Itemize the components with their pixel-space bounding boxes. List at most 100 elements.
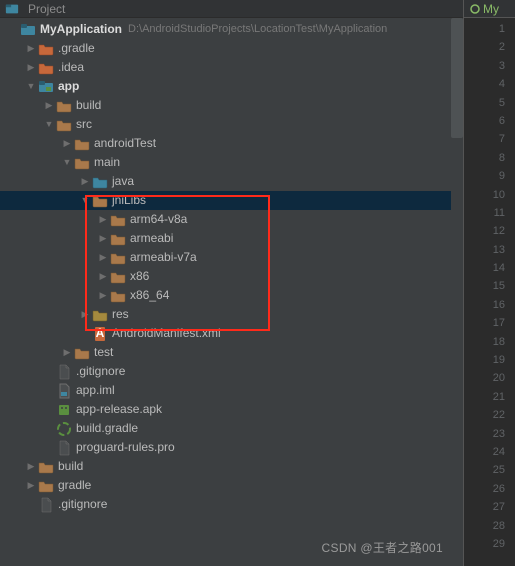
line-number: 1	[464, 20, 515, 38]
line-number: 5	[464, 94, 515, 112]
tree-row--idea[interactable]: ▶.idea	[0, 58, 463, 77]
module-icon	[38, 79, 54, 95]
tree-item-label: androidTest	[94, 134, 156, 153]
chevron-right-icon[interactable]: ▶	[24, 39, 38, 58]
manifest-icon: A	[92, 326, 108, 342]
tree-item-label: app-release.apk	[76, 400, 162, 419]
chevron-right-icon[interactable]: ▶	[96, 229, 110, 248]
tree-row-arm64-v8a[interactable]: ▶arm64-v8a	[0, 210, 463, 229]
chevron-right-icon[interactable]: ▶	[24, 58, 38, 77]
tree-item-label: gradle	[58, 476, 91, 495]
tree-row-proguard-rules-pro[interactable]: ▶proguard-rules.pro	[0, 438, 463, 457]
chevron-right-icon[interactable]: ▶	[60, 343, 74, 362]
tree-row-build[interactable]: ▶ build	[0, 457, 463, 476]
tree-item-label: AndroidManifest.xml	[112, 324, 221, 343]
project-tree-panel: Project ▶MyApplicationD:\AndroidStudioPr…	[0, 0, 463, 566]
tree-item-label: armeabi-v7a	[130, 248, 197, 267]
project-header[interactable]: Project	[0, 0, 463, 18]
line-number: 13	[464, 241, 515, 259]
tree-row--gitignore[interactable]: ▶.gitignore	[0, 495, 463, 514]
watermark: CSDN @王者之路001	[322, 539, 443, 556]
tree-item-label: build.gradle	[76, 419, 138, 438]
tree-row-main[interactable]: ▼main	[0, 153, 463, 172]
tree-item-label: x86_64	[130, 286, 169, 305]
line-number: 24	[464, 443, 515, 461]
line-number: 16	[464, 296, 515, 314]
line-number: 3	[464, 57, 515, 75]
tree-row-gradle[interactable]: ▶ gradle	[0, 476, 463, 495]
chevron-right-icon[interactable]: ▶	[60, 134, 74, 153]
tree-row-app-release-apk[interactable]: ▶app-release.apk	[0, 400, 463, 419]
chevron-right-icon[interactable]: ▶	[96, 210, 110, 229]
folder-orange-icon	[38, 60, 54, 76]
tree-scrollbar[interactable]	[451, 18, 463, 566]
chevron-right-icon[interactable]: ▶	[78, 305, 92, 324]
line-number: 22	[464, 406, 515, 424]
tree-row-androidmanifest-xml[interactable]: ▶AAndroidManifest.xml	[0, 324, 463, 343]
line-number: 29	[464, 535, 515, 553]
tree-row-build-gradle[interactable]: ▶build.gradle	[0, 419, 463, 438]
chevron-right-icon[interactable]: ▶	[96, 286, 110, 305]
line-number: 26	[464, 480, 515, 498]
folder-icon	[110, 269, 126, 285]
folder-icon	[110, 250, 126, 266]
tree-row-jnilibs[interactable]: ▼jniLibs	[0, 191, 463, 210]
chevron-down-icon[interactable]: ▼	[42, 115, 56, 134]
line-number: 27	[464, 498, 515, 516]
tree-row-app[interactable]: ▼app	[0, 77, 463, 96]
line-number: 4	[464, 75, 515, 93]
chevron-right-icon[interactable]: ▶	[24, 476, 38, 495]
tree-row-test[interactable]: ▶test	[0, 343, 463, 362]
editor-panel: My 1234567891011121314151617181920212223…	[463, 0, 515, 566]
folder-icon	[110, 212, 126, 228]
tree-row-res[interactable]: ▶res	[0, 305, 463, 324]
line-number: 12	[464, 222, 515, 240]
tree-item-label: .gradle	[58, 39, 95, 58]
editor-tab[interactable]: My	[464, 0, 515, 18]
line-number: 25	[464, 461, 515, 479]
tree-item-label: app.iml	[76, 381, 115, 400]
tree-row-armeabi-v7a[interactable]: ▶ armeabi-v7a	[0, 248, 463, 267]
line-number: 18	[464, 333, 515, 351]
line-number: 23	[464, 425, 515, 443]
chevron-right-icon[interactable]: ▶	[96, 248, 110, 267]
folder-icon	[110, 231, 126, 247]
tree-item-label: x86	[130, 267, 149, 286]
kotlin-icon	[470, 4, 480, 14]
tree-row-armeabi[interactable]: ▶ armeabi	[0, 229, 463, 248]
chevron-right-icon[interactable]: ▶	[24, 457, 38, 476]
tree-item-label: build	[58, 457, 83, 476]
tree-row-src[interactable]: ▼ src	[0, 115, 463, 134]
chevron-right-icon[interactable]: ▶	[96, 267, 110, 286]
chevron-down-icon[interactable]: ▼	[24, 77, 38, 96]
line-number: 14	[464, 259, 515, 277]
folder-icon	[74, 345, 90, 361]
folder-icon	[56, 117, 72, 133]
project-header-title: Project	[28, 2, 65, 16]
tree-row-app-iml[interactable]: ▶app.iml	[0, 381, 463, 400]
line-number: 8	[464, 149, 515, 167]
tree-row-x86-64[interactable]: ▶ x86_64	[0, 286, 463, 305]
tree-row-myapplication[interactable]: ▶MyApplicationD:\AndroidStudioProjects\L…	[0, 20, 463, 39]
line-number: 17	[464, 314, 515, 332]
tree-row--gradle[interactable]: ▶ .gradle	[0, 39, 463, 58]
chevron-right-icon[interactable]: ▶	[42, 96, 56, 115]
chevron-right-icon[interactable]: ▶	[78, 172, 92, 191]
tree-row-build[interactable]: ▶build	[0, 96, 463, 115]
apk-icon	[56, 402, 72, 418]
file-icon	[56, 440, 72, 456]
line-number: 21	[464, 388, 515, 406]
chevron-down-icon[interactable]: ▼	[60, 153, 74, 172]
project-icon	[4, 1, 20, 17]
chevron-down-icon[interactable]: ▼	[78, 191, 92, 210]
tree-item-label: src	[76, 115, 92, 134]
tree-row--gitignore[interactable]: ▶.gitignore	[0, 362, 463, 381]
file-icon	[38, 497, 54, 513]
tree-item-label: armeabi	[130, 229, 173, 248]
editor-tab-label: My	[483, 2, 499, 16]
folder-orange-icon	[38, 41, 54, 57]
line-number: 28	[464, 517, 515, 535]
tree-row-x86[interactable]: ▶ x86	[0, 267, 463, 286]
tree-row-java[interactable]: ▶java	[0, 172, 463, 191]
tree-row-androidtest[interactable]: ▶ androidTest	[0, 134, 463, 153]
